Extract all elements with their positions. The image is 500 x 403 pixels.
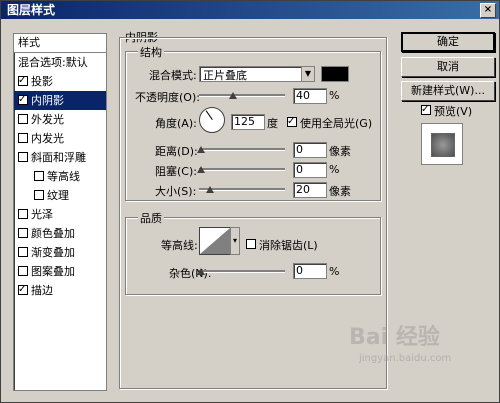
styles-list-item-label: 渐变叠加 [31,246,75,259]
distance-unit: 像素 [329,145,351,158]
distance-label: 距离(D): [155,145,198,158]
global-light-checkbox[interactable] [287,117,297,127]
choke-label: 阻塞(C): [155,165,197,178]
styles-list-item-label: 投影 [31,75,53,88]
angle-unit: 度 [267,117,278,130]
angle-dial[interactable] [199,107,225,133]
new-style-button[interactable]: 新建样式(W)... [401,81,495,101]
styles-list-item[interactable]: 图案叠加 [14,262,106,281]
styles-list-item-label: 混合选项:默认 [18,56,88,69]
angle-label: 角度(A): [155,117,197,130]
noise-input[interactable]: 0 [293,263,327,279]
preview-swatch [431,133,455,157]
noise-slider-thumb[interactable] [197,268,205,275]
size-input[interactable]: 20 [293,182,327,198]
style-enable-checkbox[interactable] [18,95,28,105]
styles-list-item-label: 等高线 [47,170,80,183]
choke-input[interactable]: 0 [293,162,327,178]
styles-list-item-label: 斜面和浮雕 [31,151,86,164]
styles-list-item[interactable]: 斜面和浮雕 [14,148,106,167]
styles-list-header: 样式 [14,34,106,53]
styles-list-item[interactable]: 外发光 [14,110,106,129]
watermark-logo: Bai 经验 [349,325,440,350]
angle-dial-hand [205,110,213,120]
chevron-down-icon: ▼ [301,67,314,81]
shadow-color-swatch[interactable] [321,66,349,82]
angle-input[interactable]: 125 [231,114,265,130]
style-enable-checkbox[interactable] [34,171,44,181]
opacity-input[interactable]: 40 [293,88,327,104]
style-enable-checkbox[interactable] [18,152,28,162]
styles-list-item[interactable]: 内阴影 [14,91,106,110]
style-enable-checkbox[interactable] [34,190,44,200]
styles-list-item-label: 光泽 [31,208,53,221]
style-enable-checkbox[interactable] [18,247,28,257]
blend-mode-value: 正片叠底 [203,69,247,82]
styles-list-item[interactable]: 投影 [14,72,106,91]
styles-list-item[interactable]: 光泽 [14,205,106,224]
styles-list-item[interactable]: 描边 [14,281,106,300]
blend-mode-select[interactable]: 正片叠底 ▼ [199,66,315,82]
style-enable-checkbox[interactable] [18,133,28,143]
style-enable-checkbox[interactable] [18,285,28,295]
style-enable-checkbox[interactable] [18,228,28,238]
layer-style-dialog: 图层样式 × 样式 混合选项:默认投影内阴影外发光内发光斜面和浮雕等高线纹理光泽… [0,0,500,403]
ok-button[interactable]: 确定 [401,32,495,52]
size-slider-thumb[interactable] [206,186,214,193]
style-enable-checkbox[interactable] [18,209,28,219]
choke-slider-thumb[interactable] [197,166,205,173]
noise-unit: % [329,265,340,278]
styles-list-item-label: 颜色叠加 [31,227,75,240]
quality-title: 品质 [138,210,164,226]
styles-list-item[interactable]: 渐变叠加 [14,243,106,262]
quality-group [125,217,381,295]
opacity-unit: % [329,89,340,102]
preview-label: 预览(V) [434,105,473,118]
watermark-url: jingyan.baidu.com [359,353,452,364]
styles-list-item-label: 内阴影 [31,94,64,107]
contour-picker[interactable] [199,227,231,255]
style-enable-checkbox[interactable] [18,76,28,86]
distance-slider-track[interactable] [199,148,285,151]
styles-list-item-label: 外发光 [31,113,64,126]
styles-list-item[interactable]: 内发光 [14,129,106,148]
styles-list-item-label: 图案叠加 [31,265,75,278]
choke-unit: % [329,163,340,176]
opacity-slider-thumb[interactable] [229,92,237,99]
distance-slider-thumb[interactable] [197,146,205,153]
styles-list-item[interactable]: 混合选项:默认 [14,53,106,72]
styles-list-item-label: 描边 [31,284,53,297]
contour-curve-icon [200,228,230,254]
style-preview-thumbnail [421,123,463,165]
global-light-label: 使用全局光(G) [300,117,373,130]
opacity-label: 不透明度(O): [135,91,200,104]
contour-dropdown-icon[interactable]: ▾ [230,227,240,255]
styles-list: 样式 混合选项:默认投影内阴影外发光内发光斜面和浮雕等高线纹理光泽颜色叠加渐变叠… [13,33,107,391]
preview-checkbox[interactable] [421,105,431,115]
dialog-title: 图层样式 [7,3,56,17]
size-label: 大小(S): [155,185,197,198]
antialias-label: 消除锯齿(L) [259,239,318,252]
noise-label: 杂色(N): [169,267,212,280]
styles-list-item[interactable]: 纹理 [14,186,106,205]
styles-list-item[interactable]: 颜色叠加 [14,224,106,243]
style-enable-checkbox[interactable] [18,114,28,124]
style-enable-checkbox[interactable] [18,266,28,276]
structure-title: 结构 [138,44,164,60]
styles-list-item-label: 内发光 [31,132,64,145]
size-unit: 像素 [329,185,351,198]
choke-slider-track[interactable] [199,168,285,171]
antialias-checkbox[interactable] [246,239,256,249]
noise-slider-track[interactable] [199,270,285,273]
opacity-slider-track[interactable] [199,94,285,97]
cancel-button[interactable]: 取消 [401,57,495,77]
styles-list-item-label: 纹理 [47,189,69,202]
styles-list-item[interactable]: 等高线 [14,167,106,186]
blend-mode-label: 混合模式: [149,69,197,82]
title-bar: 图层样式 × [1,1,499,19]
distance-input[interactable]: 0 [293,142,327,158]
contour-label: 等高线: [161,239,198,252]
close-icon[interactable]: × [480,3,496,18]
